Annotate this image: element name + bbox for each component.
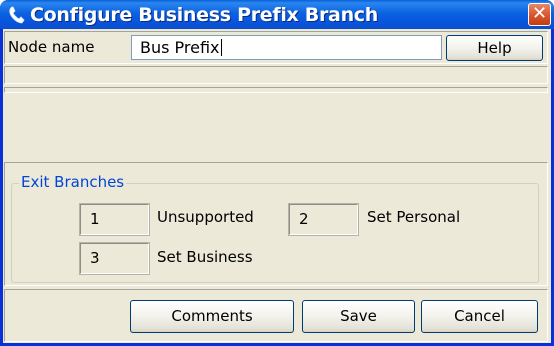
branch-label-unsupported: Unsupported [157,208,254,226]
exit-branches-legend: Exit Branches [19,171,127,193]
window-title: Configure Business Prefix Branch [30,4,378,26]
branch-number-box: 1 [79,203,150,236]
node-name-value: Bus Prefix [140,38,220,57]
comments-button[interactable]: Comments [130,300,294,333]
branch-number-box: 2 [288,203,359,236]
separator-panel [4,66,548,84]
separator-panel-thin [4,87,548,93]
close-button[interactable]: ✕ [528,3,551,26]
close-icon: ✕ [531,3,548,24]
branch-label-set-personal: Set Personal [367,208,461,226]
node-name-label: Node name [8,38,95,56]
phone-handset-icon [6,4,28,26]
save-button[interactable]: Save [302,300,415,333]
node-name-input[interactable]: Bus Prefix [131,35,442,60]
cancel-button[interactable]: Cancel [421,300,538,333]
text-caret [220,39,222,56]
branch-label-set-business: Set Business [157,248,253,266]
help-button[interactable]: Help [446,35,543,61]
node-name-row: Node name Bus Prefix Help [4,31,548,64]
title-bar[interactable]: Configure Business Prefix Branch ✕ [0,0,554,29]
branch-number-box: 3 [79,242,150,275]
